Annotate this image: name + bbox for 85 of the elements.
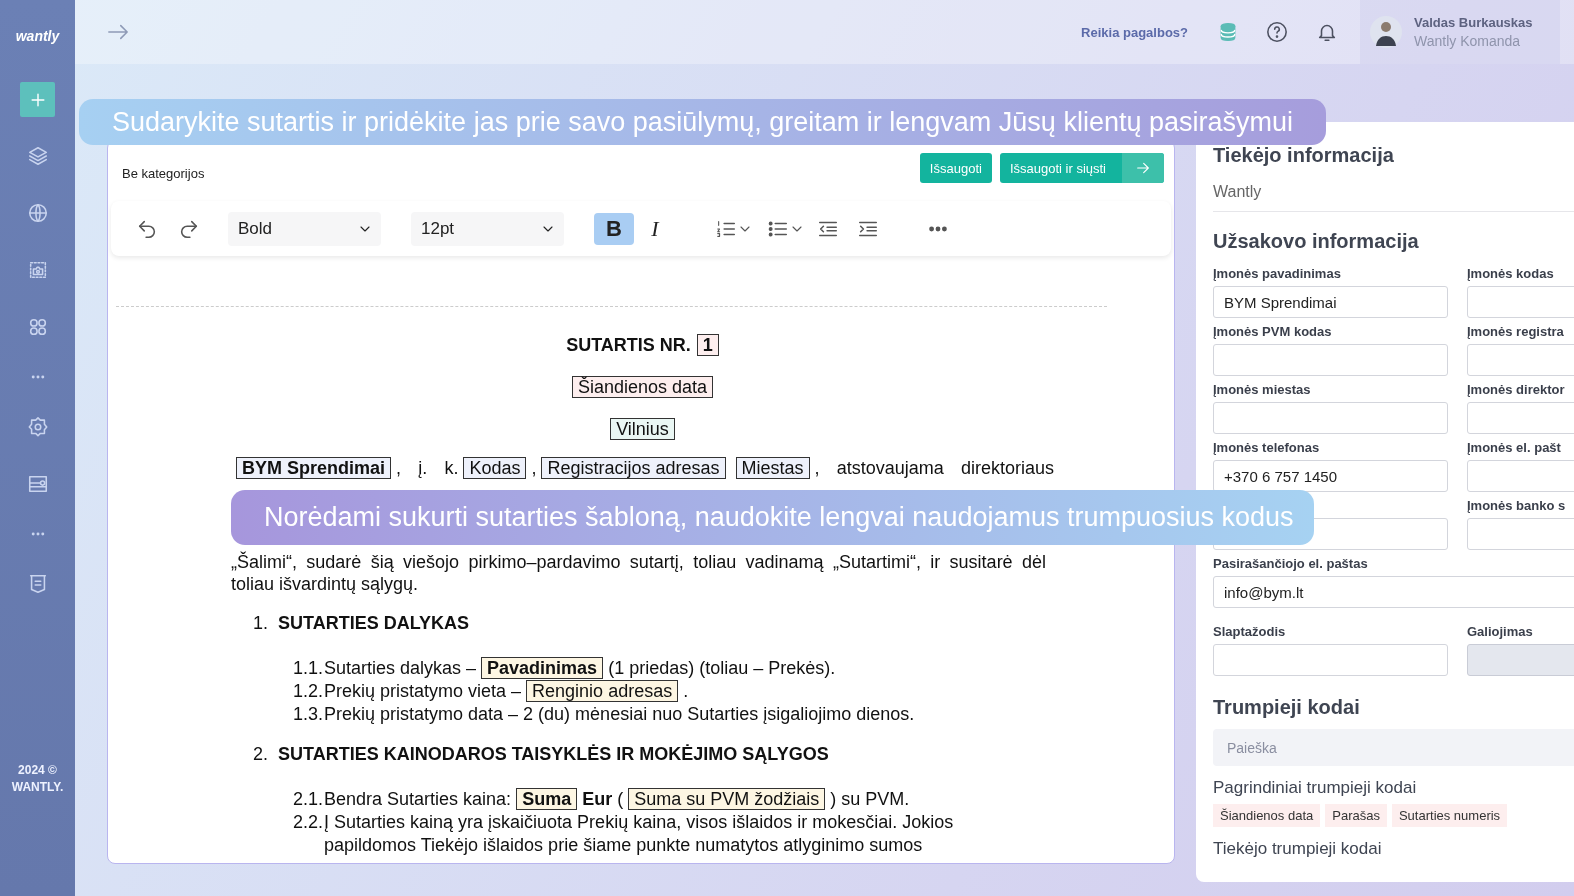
shortcode-tag: Kodas [463, 457, 527, 479]
document-text: „Šalimi“, sudarė šią viešojo pirkimo–pardavimo sutartį, toliau vadinamą „Sutartimi“, ir susitarė dėl toliau išvardintų sąlygų. [231, 552, 1046, 594]
field-label: Įmonės el. pašt [1467, 440, 1562, 456]
field-label: Įmonės telefonas [1213, 440, 1321, 456]
list-number: 2. [253, 743, 269, 766]
document-text: SUTARTIS NR. [566, 335, 691, 355]
document-text: , į. k. [396, 458, 459, 478]
document-text: Į Sutarties kainą yra įskaičiuota Prekių kaina, visos išlaidos ir mokesčiai. Jokios papildomos Tiekėjo išlaidos prie šiame punkte numatytos atlyginimo sumos [324, 812, 954, 855]
shortcode-tag: Miestas [735, 457, 810, 479]
category-label: Be kategorijos [122, 166, 205, 181]
shortcode-tag: BYM Sprendimai [236, 457, 392, 479]
shortcode-tag: Registracijos adresas [541, 457, 726, 479]
document-text: , [531, 458, 537, 478]
list-number: 1.2. [293, 680, 324, 703]
field-label: Slaptažodis [1213, 624, 1287, 640]
list-number: 2.1. [293, 788, 324, 811]
document-text: SUTARTIES DALYKAS [278, 613, 470, 633]
help-icon[interactable] [1266, 21, 1288, 43]
field-label: Įmonės PVM kodas [1213, 324, 1333, 340]
document-text: ) su PVM. [830, 789, 910, 809]
font-size-select[interactable]: 12pt [411, 211, 564, 246]
list-number: 1. [253, 612, 269, 635]
add-button[interactable] [20, 82, 55, 117]
shortcode-tag: Pavadinimas [481, 657, 604, 679]
settings-icon[interactable] [26, 416, 49, 438]
group-heading: Pagrindiniai trumpieji kodai [1213, 778, 1418, 798]
user-team: Wantly Komanda [1414, 33, 1522, 49]
shortcode-tag: Suma [516, 788, 578, 810]
document-text: Bendra Sutarties kaina: [324, 789, 512, 809]
field-label: Įmonės banko s [1467, 498, 1567, 514]
field-label: Įmonės kodas [1467, 266, 1555, 282]
list-number: 2.2. [293, 811, 324, 834]
field-label: Įmonės pavadinimas [1213, 266, 1342, 282]
supplier-name: Wantly [1213, 167, 1574, 212]
section-heading: Tiekėjo informacija [1213, 144, 1395, 167]
font-style-select[interactable]: Bold [228, 211, 381, 246]
field-label: Įmonės direktor [1467, 382, 1566, 398]
group-heading: Tiekėjo trumpieji kodai [1213, 839, 1383, 859]
list-number: 1.1. [293, 657, 324, 680]
user-name: Valdas Burkauskas [1414, 15, 1533, 30]
document-text: Eur ( [582, 789, 624, 809]
avatar[interactable] [1370, 16, 1402, 48]
globe-icon[interactable] [26, 202, 49, 224]
italic-button[interactable]: I [635, 212, 675, 245]
toggle-card-icon[interactable] [26, 473, 49, 495]
document-text: Prekių pristatymo vieta – [324, 681, 522, 701]
field-label: Pasirašančiojo el. paštas [1213, 556, 1369, 572]
field-label: Galiojimas [1467, 624, 1534, 640]
copyright-text: 2024 © WANTLY. [10, 762, 65, 796]
search-field[interactable]: Paieška [1213, 729, 1574, 766]
input-field[interactable] [1213, 402, 1448, 434]
document-text: . [683, 681, 689, 701]
promo-toast: Sudarykite sutartis ir pridėkite jas prie savo pasiūlymų, greitam ir lengvam Jūsų klientų pasirašymui [79, 99, 1326, 145]
input-field[interactable]: BYM Sprendimai [1213, 286, 1448, 318]
document-text: Sutarties dalykas – [324, 658, 477, 678]
input-field[interactable] [1213, 644, 1448, 676]
document-text: SUTARTIES KAINODAROS TAISYKLĖS IR MOKĖJIMO SĄLYGOS [278, 744, 829, 764]
shortcode-tag[interactable]: Šiandienos data [1213, 804, 1321, 827]
shortcode-tag: Vilnius [610, 418, 675, 440]
shortcode-tag: Renginio adresas [526, 680, 679, 702]
field-label: Įmonės miestas [1213, 382, 1312, 398]
list-number: 1.3. [293, 703, 324, 726]
shortcode-tag: Šiandienos data [571, 376, 714, 398]
field-label: Įmonės registra [1467, 324, 1565, 340]
document-text: , atstovaujama direktoriaus [814, 458, 1054, 478]
input-field[interactable]: +370 6 757 1450 [1213, 460, 1448, 492]
help-link[interactable]: Reikia pagalbos? [1081, 24, 1188, 40]
document-text: (1 priedas) (toliau – Prekės). [608, 658, 836, 678]
dots-icon [29, 373, 46, 381]
database-icon[interactable] [1218, 21, 1238, 43]
shortcode-tag: Suma su PVM žodžiais [628, 788, 826, 810]
input-field[interactable] [1213, 344, 1448, 376]
dots-icon [29, 530, 46, 538]
document-text: Prekių pristatymo data – 2 (du) mėnesiai nuo Sutarties įsigaliojimo dienos. [324, 704, 915, 724]
input-field[interactable]: info@bym.lt [1213, 576, 1574, 608]
shortcode-tag[interactable]: Parašas [1325, 804, 1387, 827]
promo-toast: Norėdami sukurti sutarties šabloną, naudokite lengvai naudojamus trumpuosius kodus [231, 490, 1314, 545]
section-heading: Trumpieji kodai [1213, 696, 1361, 719]
layers-icon[interactable] [26, 145, 49, 167]
shortcode-tag[interactable]: Sutarties numeris [1391, 804, 1508, 827]
shortcode-tag: 1 [696, 334, 719, 356]
arrow-right-icon [1135, 160, 1151, 176]
section-heading: Užsakovo informacija [1213, 230, 1420, 253]
bold-button[interactable]: B [594, 212, 634, 245]
logo[interactable]: wantly [15, 28, 60, 44]
